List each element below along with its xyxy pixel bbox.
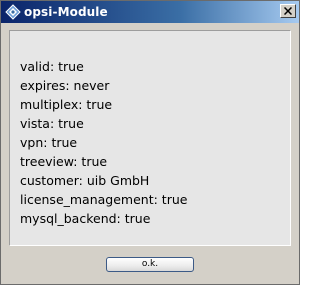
window-title: opsi-Module — [24, 5, 108, 19]
ok-button[interactable]: o.k. — [106, 257, 194, 272]
opsi-module-dialog: opsi-Module valid: true expires: never m… — [0, 0, 300, 285]
module-line-treeview: treeview: true — [20, 154, 108, 169]
module-line-multiplex: multiplex: true — [20, 97, 113, 112]
title-bar[interactable]: opsi-Module — [1, 1, 299, 23]
opsi-diamond-icon — [5, 4, 21, 20]
module-line-expires: expires: never — [20, 78, 110, 93]
module-line-license-management: license_management: true — [20, 192, 188, 207]
close-x-icon — [284, 7, 292, 15]
button-bar: o.k. — [1, 249, 299, 284]
close-button[interactable] — [280, 4, 296, 18]
module-line-vista: vista: true — [20, 116, 84, 131]
module-line-vpn: vpn: true — [20, 135, 78, 150]
module-line-customer: customer: uib GmbH — [20, 173, 150, 188]
module-line-valid: valid: true — [20, 59, 84, 74]
module-list: valid: true expires: never multiplex: tr… — [20, 57, 187, 228]
module-info-panel: valid: true expires: never multiplex: tr… — [9, 30, 291, 246]
module-line-mysql-backend: mysql_backend: true — [20, 211, 151, 226]
